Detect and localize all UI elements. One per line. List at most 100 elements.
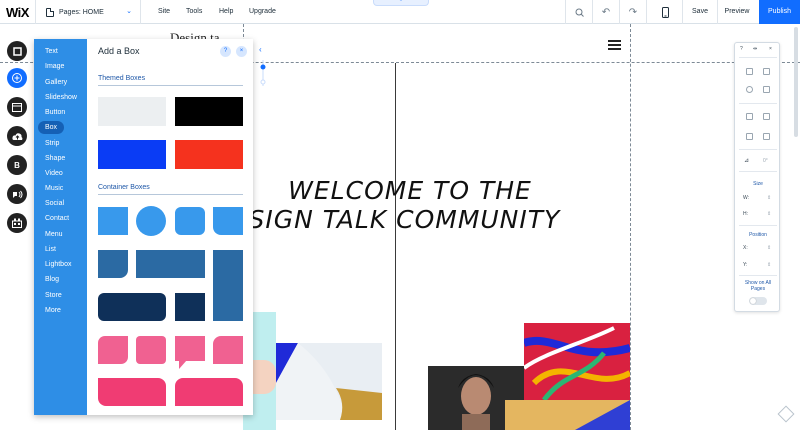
category-store[interactable]: Store — [42, 289, 65, 302]
help-diamond-icon[interactable] — [777, 405, 795, 423]
wix-logo[interactable]: WiX — [6, 5, 29, 20]
container-box-rounded[interactable] — [175, 207, 205, 235]
arrange-icon[interactable] — [746, 113, 753, 120]
category-contact[interactable]: Contact — [42, 212, 72, 225]
category-image[interactable]: Image — [42, 60, 67, 73]
inspector-panel: ? ⇹ × ⊿ 0° Size W: ⇕ H: ⇕ Position X: ⇕ … — [734, 42, 780, 312]
blog-button[interactable]: B — [7, 155, 27, 175]
app-market-button[interactable] — [7, 213, 27, 233]
panel-title: Add a Box — [98, 46, 140, 56]
category-list[interactable]: List — [42, 243, 59, 256]
add-elements-button[interactable] — [7, 68, 27, 88]
themed-box-black[interactable] — [175, 97, 243, 126]
category-slideshow[interactable]: Slideshow — [42, 91, 80, 104]
paper-curl-illustration — [276, 343, 382, 420]
inspector-close-button[interactable]: × — [769, 46, 772, 52]
site-headline-line-1[interactable]: WELCOME TO THE — [200, 176, 620, 205]
container-box-tall[interactable] — [213, 250, 243, 321]
container-box-square[interactable] — [98, 207, 128, 235]
category-blog[interactable]: Blog — [42, 273, 62, 286]
menu-help[interactable]: Help — [219, 0, 233, 24]
menu-upgrade[interactable]: Upgrade — [249, 0, 276, 24]
container-box-navy-wide[interactable] — [98, 293, 166, 321]
category-music[interactable]: Music — [42, 182, 66, 195]
mobile-view-icon[interactable] — [652, 0, 678, 24]
inspector-help-button[interactable]: ? — [740, 46, 743, 52]
publish-button[interactable]: Publish — [759, 0, 800, 24]
container-box-dark-corner[interactable] — [98, 250, 128, 278]
inspector-divider — [739, 225, 777, 226]
themed-box-light[interactable] — [98, 97, 166, 126]
add-icon — [12, 73, 22, 83]
group-icon[interactable] — [763, 113, 770, 120]
artwork-colorful-ribbons[interactable] — [524, 323, 630, 400]
svg-text:‹: ‹ — [259, 45, 262, 54]
social-icon — [12, 190, 22, 198]
container-box-cut-corner[interactable] — [213, 207, 243, 235]
category-lightbox[interactable]: Lightbox — [42, 258, 74, 271]
speech-tail-shape — [179, 360, 187, 369]
category-shape[interactable]: Shape — [42, 152, 68, 165]
zoom-icon[interactable] — [566, 0, 592, 24]
canvas-scrollbar-thumb[interactable] — [794, 27, 798, 137]
container-box-magenta-tab[interactable] — [175, 378, 243, 406]
container-box-pink-corner[interactable] — [213, 336, 243, 364]
inspector-dock-button[interactable]: ⇹ — [753, 46, 757, 52]
container-boxes-heading: Container Boxes — [98, 184, 150, 191]
upload-button[interactable] — [7, 126, 27, 146]
height-stepper[interactable]: ⇕ — [767, 211, 771, 217]
category-strip[interactable]: Strip — [42, 137, 62, 150]
pages-icon — [12, 46, 22, 56]
background-icon — [12, 102, 22, 112]
distribute-icon[interactable] — [763, 133, 770, 140]
category-social[interactable]: Social — [42, 197, 67, 210]
close-panel-button[interactable]: × — [236, 46, 247, 57]
duplicate-icon[interactable] — [746, 86, 753, 93]
category-box[interactable]: Box — [38, 121, 65, 134]
pages-icon — [46, 7, 54, 17]
themed-box-red[interactable] — [175, 140, 243, 169]
container-box-pink-speech[interactable] — [175, 336, 205, 369]
show-on-all-pages-toggle[interactable] — [749, 297, 767, 305]
container-box-navy-square[interactable] — [175, 293, 205, 321]
align-icon[interactable] — [746, 133, 753, 140]
ribbons-illustration — [524, 326, 630, 400]
x-stepper[interactable]: ⇕ — [767, 245, 771, 251]
help-button[interactable]: ? — [220, 46, 231, 57]
category-button[interactable]: Button — [42, 106, 68, 119]
collapse-topbar-toggle[interactable]: ⌃ — [373, 0, 429, 6]
site-hamburger-menu-icon[interactable] — [608, 40, 621, 52]
copy-icon[interactable] — [746, 68, 753, 75]
category-text[interactable]: Text — [42, 45, 61, 58]
themed-box-blue[interactable] — [98, 140, 166, 169]
paste-icon[interactable] — [763, 68, 770, 75]
width-stepper[interactable]: ⇕ — [767, 195, 771, 201]
artwork-paper-curl[interactable] — [276, 343, 382, 420]
blue-triangle-shape — [575, 400, 630, 430]
category-gallery[interactable]: Gallery — [42, 76, 70, 89]
pages-menu-button[interactable] — [7, 41, 27, 61]
rotate-icon[interactable]: ⊿ — [744, 157, 749, 164]
container-box-wide[interactable] — [136, 250, 205, 278]
save-button[interactable]: Save — [684, 0, 716, 24]
rotation-value[interactable]: 0° — [763, 158, 768, 164]
category-video[interactable]: Video — [42, 167, 66, 180]
background-button[interactable] — [7, 97, 27, 117]
pages-dropdown[interactable]: Pages: HOME ⌄ — [36, 0, 140, 24]
container-box-pink-square[interactable] — [136, 336, 166, 364]
container-box-pink-leaf[interactable] — [98, 336, 128, 364]
menu-site[interactable]: Site — [158, 0, 170, 24]
container-box-circle[interactable] — [136, 206, 166, 236]
undo-icon[interactable]: ↶ — [593, 0, 619, 24]
delete-icon[interactable] — [763, 86, 770, 93]
social-button[interactable] — [7, 184, 27, 204]
panel-scroll-indicator[interactable]: ‹ — [257, 42, 269, 92]
category-more[interactable]: More — [42, 304, 64, 317]
category-menu[interactable]: Menu — [42, 228, 66, 241]
container-box-magenta-wide[interactable] — [98, 378, 166, 406]
menu-tools[interactable]: Tools — [186, 0, 202, 24]
preview-button[interactable]: Preview — [718, 0, 756, 24]
y-stepper[interactable]: ⇕ — [767, 262, 771, 268]
canvas-scrollbar[interactable] — [793, 25, 799, 430]
redo-icon[interactable]: ↷ — [620, 0, 646, 24]
